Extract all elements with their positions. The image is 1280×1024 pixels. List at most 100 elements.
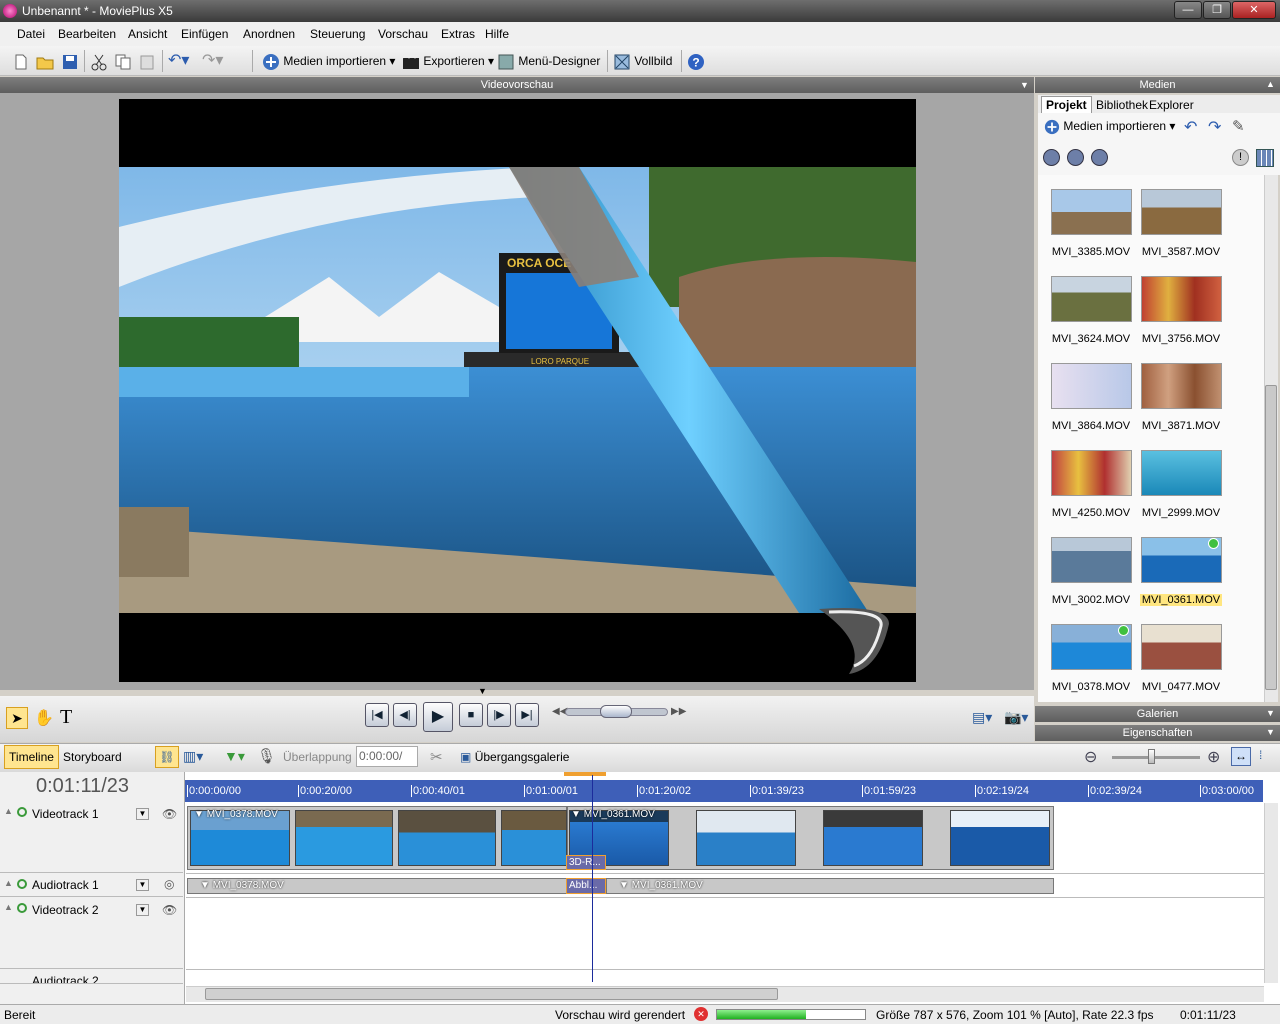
menu-steuerung[interactable]: Steuerung <box>310 27 365 41</box>
zoom-in-icon[interactable]: ⊕ <box>1207 747 1220 767</box>
close-button[interactable]: ✕ <box>1232 1 1276 19</box>
menu-datei[interactable]: Datei <box>17 27 45 41</box>
microphone-icon[interactable]: 🎙 <box>257 747 276 765</box>
properties-header[interactable]: Eigenschaften <box>1035 725 1280 741</box>
warning-filter-icon[interactable]: ! <box>1232 149 1249 166</box>
tab-bibliothek[interactable]: Bibliothek <box>1094 97 1150 113</box>
zoom-slider-thumb[interactable] <box>1148 749 1155 764</box>
media-thumb-3756[interactable] <box>1141 276 1222 322</box>
filter-video-icon[interactable] <box>1043 149 1060 166</box>
track-header-audiotrack-2[interactable]: Audiotrack 2 <box>0 971 183 984</box>
zoom-out-icon[interactable]: ⊖ <box>1084 747 1097 767</box>
audio-clip-0361[interactable]: ▼ MVI_0361.MOV <box>606 878 1054 894</box>
go-to-start-button[interactable]: |◀ <box>365 703 389 727</box>
preview-menu-arrow-icon[interactable]: ▼ <box>1020 80 1029 90</box>
media-thumb-3385[interactable] <box>1051 189 1132 235</box>
grid-view-icon[interactable] <box>1256 149 1274 167</box>
properties-expand-icon[interactable]: ▼ <box>1266 727 1275 737</box>
minimize-button[interactable]: — <box>1174 1 1202 19</box>
filter-audio-icon[interactable] <box>1091 149 1108 166</box>
menu-einfuegen[interactable]: Einfügen <box>181 27 228 41</box>
step-back-button[interactable]: ◀| <box>393 703 417 727</box>
export-button[interactable]: Exportieren ▾ <box>402 51 494 71</box>
fast-forward-icon[interactable]: ▶▶ <box>671 706 686 717</box>
media-redo-icon[interactable]: ↷ <box>1208 117 1221 137</box>
track-header-videotrack-1[interactable]: ▲ Videotrack 1 ▼ 👁 <box>0 803 183 873</box>
menu-extras[interactable]: Extras <box>441 27 475 41</box>
track-enable-icon[interactable] <box>17 807 27 817</box>
track-header-videotrack-2[interactable]: ▲ Videotrack 2 ▼ 👁 <box>0 899 183 969</box>
cancel-render-icon[interactable]: ✕ <box>694 1007 708 1021</box>
media-edit-pencil-icon[interactable]: ✎ <box>1232 117 1245 135</box>
track-visibility-eye-icon[interactable]: 👁 <box>162 807 177 821</box>
zoom-slider[interactable] <box>1112 756 1200 759</box>
menu-anordnen[interactable]: Anordnen <box>243 27 295 41</box>
timeline-hscroll-thumb[interactable] <box>205 988 778 1000</box>
scissors-icon[interactable]: ✂ <box>430 748 443 766</box>
track-audio-icon[interactable]: ◎ <box>164 877 174 891</box>
split-marker-icon[interactable]: ⁞ <box>1259 748 1262 762</box>
tab-explorer[interactable]: Explorer <box>1147 97 1196 113</box>
pointer-tool-icon[interactable]: ➤ <box>6 707 28 729</box>
media-scrollbar-thumb[interactable] <box>1265 385 1277 690</box>
media-thumb-3864[interactable] <box>1051 363 1132 409</box>
view-mode-icon[interactable]: ▤▾ <box>972 709 992 726</box>
track-enable-icon[interactable] <box>17 879 27 889</box>
hand-tool-icon[interactable]: ✋ <box>34 708 54 728</box>
open-folder-icon[interactable] <box>36 51 54 71</box>
menu-designer-button[interactable]: Menü-Designer <box>497 51 600 71</box>
maximize-button[interactable]: ❐ <box>1203 1 1231 19</box>
track-visibility-eye-icon[interactable]: 👁 <box>162 903 177 917</box>
new-icon[interactable] <box>12 51 30 71</box>
cut-icon[interactable] <box>90 51 108 71</box>
play-button[interactable]: ▶ <box>423 702 453 732</box>
save-icon[interactable] <box>61 51 79 71</box>
tab-projekt[interactable]: Projekt <box>1041 96 1092 113</box>
media-thumb-2999[interactable] <box>1141 450 1222 496</box>
text-tool-icon[interactable]: T <box>60 706 72 729</box>
filter-image-icon[interactable] <box>1067 149 1084 166</box>
media-thumb-3871[interactable] <box>1141 363 1222 409</box>
snapshot-camera-icon[interactable]: 📷▾ <box>1004 709 1028 726</box>
media-thumb-4250[interactable] <box>1051 450 1132 496</box>
media-undo-icon[interactable]: ↶ <box>1184 117 1197 137</box>
fit-to-window-icon[interactable]: ↔ <box>1231 747 1251 766</box>
marker-icon[interactable]: ▼▾ <box>224 748 245 765</box>
audio-fade-transition[interactable]: Abbl... <box>566 878 606 894</box>
help-icon[interactable]: ? <box>687 51 705 71</box>
galleries-header[interactable]: Galerien <box>1035 706 1280 722</box>
track-menu-icon[interactable]: ▼ <box>136 808 149 820</box>
media-import-button[interactable]: Medien importieren ▾ <box>1044 119 1175 135</box>
splitter-arrow-icon[interactable]: ▼ <box>478 686 487 696</box>
go-to-end-button[interactable]: ▶| <box>515 703 539 727</box>
copy-icon[interactable] <box>114 51 132 71</box>
playhead[interactable] <box>592 775 593 982</box>
transition-gallery-button[interactable]: ▣ Übergangsgalerie <box>460 750 569 764</box>
track-options-icon[interactable]: ▥▾ <box>183 748 203 765</box>
import-media-button[interactable]: Medien importieren ▾ <box>262 51 395 71</box>
tab-timeline[interactable]: Timeline <box>4 745 59 769</box>
undo-icon[interactable]: ↶▾ <box>168 51 189 71</box>
track-menu-icon[interactable]: ▼ <box>136 904 149 916</box>
link-icon[interactable]: ⛓ <box>155 746 179 768</box>
menu-ansicht[interactable]: Ansicht <box>128 27 167 41</box>
galleries-expand-icon[interactable]: ▼ <box>1266 708 1275 718</box>
audio-clip-0378[interactable]: ▼ MVI_0378.MOV <box>187 878 567 894</box>
menu-hilfe[interactable]: Hilfe <box>485 27 509 41</box>
track-menu-icon[interactable]: ▼ <box>136 879 149 891</box>
media-thumb-3624[interactable] <box>1051 276 1132 322</box>
track-enable-icon[interactable] <box>17 903 27 913</box>
media-collapse-icon[interactable]: ▲ <box>1266 79 1275 89</box>
timeline-vscroll[interactable] <box>1264 803 1278 983</box>
media-thumb-3002[interactable] <box>1051 537 1132 583</box>
media-thumb-0477[interactable] <box>1141 624 1222 670</box>
tab-storyboard[interactable]: Storyboard <box>63 750 122 764</box>
media-thumb-3587[interactable] <box>1141 189 1222 235</box>
overlap-input[interactable]: 0:00:00/ <box>356 746 418 767</box>
redo-icon[interactable]: ↷▾ <box>202 51 223 71</box>
stop-button[interactable]: ■ <box>459 703 483 727</box>
fullscreen-button[interactable]: Vollbild <box>613 51 672 71</box>
step-forward-button[interactable]: |▶ <box>487 703 511 727</box>
track-header-audiotrack-1[interactable]: ▲ Audiotrack 1 ▼ ◎ <box>0 875 183 897</box>
menu-bearbeiten[interactable]: Bearbeiten <box>58 27 116 41</box>
